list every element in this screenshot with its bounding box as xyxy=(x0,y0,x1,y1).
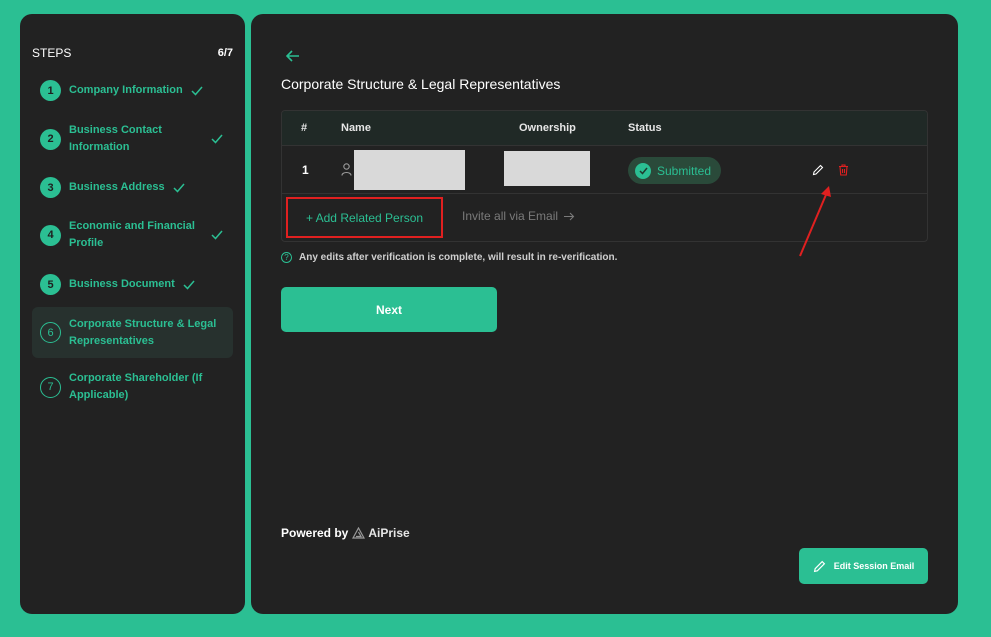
step-number: 4 xyxy=(40,224,61,246)
powered-by-label: Powered by xyxy=(281,526,349,540)
steps-progress: 6/7 xyxy=(217,47,233,59)
annotation-arrow-icon xyxy=(799,186,831,257)
reverification-notice: ? Any edits after verification is comple… xyxy=(281,252,617,263)
page-title: Corporate Structure & Legal Representati… xyxy=(281,76,561,92)
step-number: 6 xyxy=(40,322,61,343)
step-label: Business Document xyxy=(69,278,175,290)
powered-by: Powered by AiPrise xyxy=(281,526,410,540)
step-number: 5 xyxy=(40,274,61,295)
add-related-person-button[interactable]: + Add Related Person xyxy=(286,197,443,238)
edit-session-email-button[interactable]: Edit Session Email xyxy=(799,548,928,584)
check-icon xyxy=(191,86,203,96)
step-economic-financial-profile[interactable]: 4 Economic and Financial Profile xyxy=(32,218,233,252)
arrow-right-icon xyxy=(564,212,575,220)
step-number: 1 xyxy=(40,80,61,101)
step-company-information[interactable]: 1 Company Information xyxy=(32,80,233,101)
step-number: 3 xyxy=(40,177,61,198)
step-label: Corporate Structure & Legal Representati… xyxy=(69,317,217,347)
edit-session-email-label: Edit Session Email xyxy=(833,561,915,571)
check-icon xyxy=(183,280,195,290)
column-header-name: Name xyxy=(341,122,371,134)
redacted-ownership xyxy=(504,151,590,186)
steps-heading: STEPS xyxy=(32,46,72,60)
arrow-left-icon xyxy=(286,50,299,62)
redacted-name xyxy=(354,150,465,190)
status-badge: Submitted xyxy=(628,157,721,184)
step-corporate-shareholder[interactable]: 7 Corporate Shareholder (If Applicable) xyxy=(32,370,233,404)
column-header-status: Status xyxy=(628,122,662,134)
step-corporate-structure[interactable]: 6 Corporate Structure & Legal Representa… xyxy=(32,307,233,358)
user-icon xyxy=(341,163,352,181)
check-icon xyxy=(211,134,223,144)
trash-icon[interactable] xyxy=(838,163,849,181)
back-button[interactable] xyxy=(284,48,302,64)
main-panel: Corporate Structure & Legal Representati… xyxy=(251,14,958,614)
pencil-icon xyxy=(813,560,825,572)
status-label: Submitted xyxy=(657,163,712,178)
step-number: 7 xyxy=(40,376,61,398)
invite-label: Invite all via Email xyxy=(462,209,559,223)
next-button[interactable]: Next xyxy=(281,287,497,332)
column-header-index: # xyxy=(301,122,308,134)
pencil-icon[interactable] xyxy=(812,163,824,181)
aiprise-logo-icon xyxy=(352,527,366,539)
step-label: Economic and Financial Profile xyxy=(69,220,195,249)
row-index: 1 xyxy=(302,163,309,177)
step-label: Company Information xyxy=(69,84,183,96)
step-label: Corporate Shareholder (If Applicable) xyxy=(69,372,203,401)
check-icon xyxy=(173,183,185,193)
brand-name: AiPrise xyxy=(368,526,410,540)
invite-all-email-link[interactable]: Invite all via Email xyxy=(462,209,575,223)
step-label: Business Address xyxy=(69,181,165,193)
step-number: 2 xyxy=(40,128,61,150)
steps-header: STEPS 6/7 xyxy=(32,46,233,60)
notice-text: Any edits after verification is complete… xyxy=(299,252,618,263)
step-business-address[interactable]: 3 Business Address xyxy=(32,177,233,198)
steps-sidebar: STEPS 6/7 1 Company Information 2 Busine… xyxy=(20,14,245,614)
brand-logo: AiPrise xyxy=(352,526,410,540)
check-icon xyxy=(211,230,223,240)
column-header-ownership: Ownership xyxy=(519,122,576,134)
check-circle-icon xyxy=(635,162,651,179)
step-business-contact-information[interactable]: 2 Business Contact Information xyxy=(32,122,233,156)
step-label: Business Contact Information xyxy=(69,124,162,153)
question-icon: ? xyxy=(281,252,292,263)
table-header: # Name Ownership Status xyxy=(282,111,927,145)
step-business-document[interactable]: 5 Business Document xyxy=(32,274,233,295)
